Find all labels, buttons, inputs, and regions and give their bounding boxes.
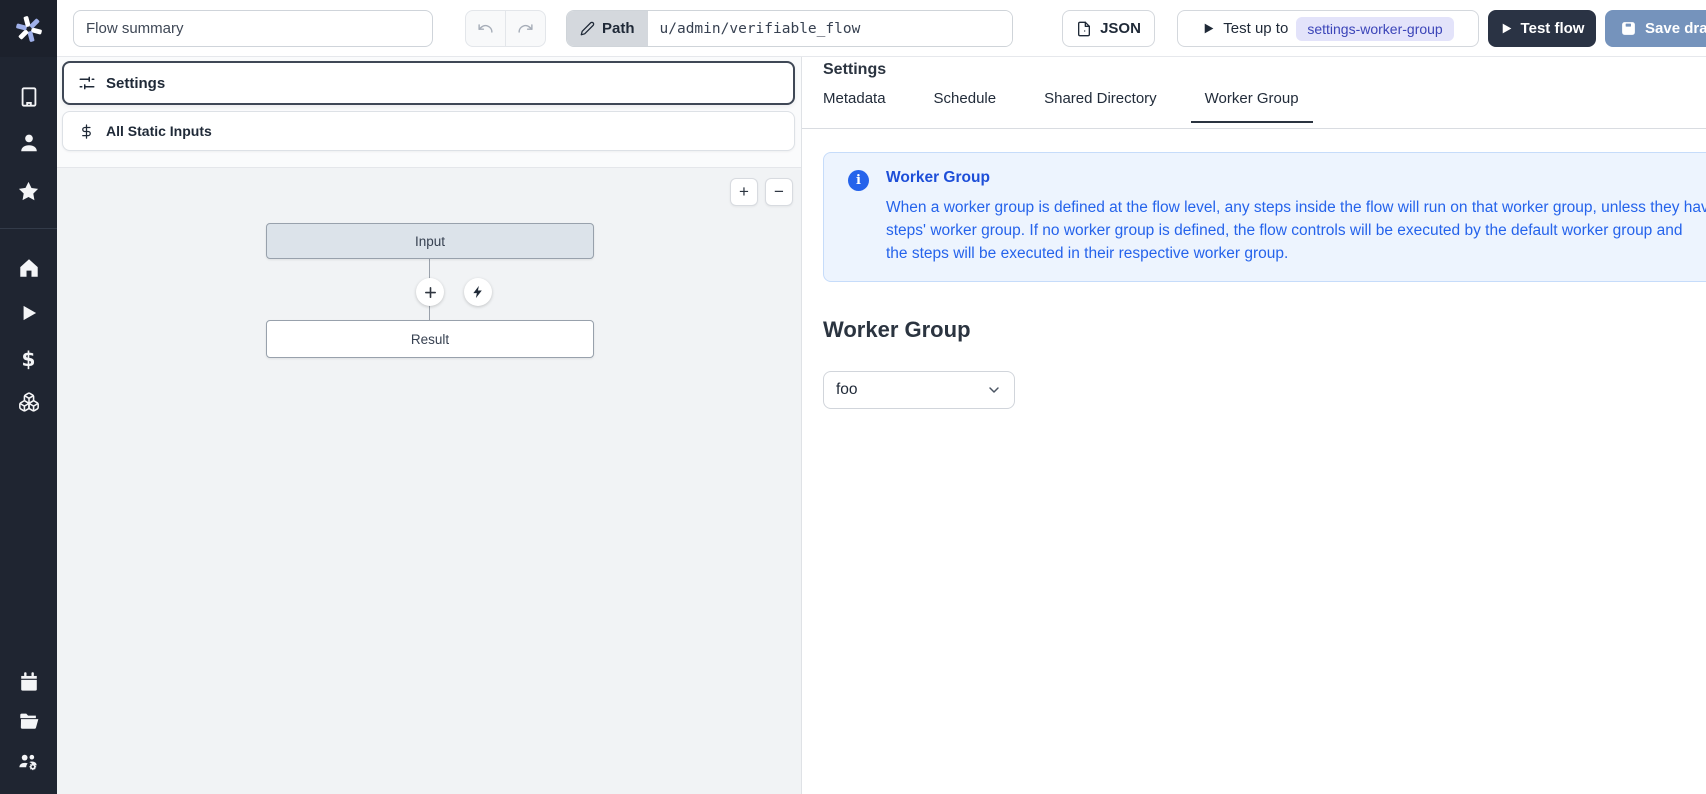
plus-icon bbox=[423, 285, 438, 300]
sidebar-item-workers[interactable] bbox=[0, 743, 57, 779]
flow-summary-input[interactable] bbox=[73, 10, 433, 47]
save-icon bbox=[1620, 20, 1637, 37]
settings-tabs: Metadata Schedule Shared Directory Worke… bbox=[809, 90, 1313, 123]
result-node[interactable]: Result bbox=[266, 320, 594, 358]
settings-panel-title: Settings bbox=[823, 61, 886, 79]
save-draft-label: Save draft bbox=[1645, 20, 1706, 37]
worker-group-section-title: Worker Group bbox=[823, 317, 971, 343]
sliders-icon bbox=[78, 74, 96, 92]
chevron-down-icon bbox=[986, 382, 1002, 398]
flow-modules-strip: Settings All Static Inputs bbox=[57, 57, 801, 168]
tab-metadata[interactable]: Metadata bbox=[809, 90, 900, 123]
input-node[interactable]: Input bbox=[266, 223, 594, 259]
building-icon bbox=[18, 86, 40, 108]
alert-title: Worker Group bbox=[886, 169, 1706, 187]
sidebar-item-runs[interactable] bbox=[0, 295, 57, 331]
user-group-settings-icon bbox=[17, 750, 40, 773]
zoom-controls: + − bbox=[730, 178, 793, 206]
play-icon bbox=[19, 303, 39, 323]
calendar-icon bbox=[18, 670, 40, 692]
dollar-icon bbox=[79, 123, 94, 140]
test-flow-label: Test flow bbox=[1521, 20, 1585, 37]
folder-icon bbox=[18, 710, 40, 732]
path-group: Path bbox=[566, 10, 1013, 47]
star-icon bbox=[17, 180, 40, 203]
test-up-to-label: Test up to bbox=[1223, 20, 1288, 37]
windmill-logo[interactable] bbox=[0, 0, 57, 57]
file-json-icon bbox=[1076, 21, 1092, 37]
undo-icon bbox=[477, 20, 494, 37]
redo-button[interactable] bbox=[505, 11, 545, 46]
flow-settings-node[interactable]: Settings bbox=[62, 61, 795, 105]
sidebar-item-schedules[interactable] bbox=[0, 663, 57, 699]
worker-group-select-value: foo bbox=[836, 381, 858, 399]
trigger-step-button[interactable] bbox=[464, 278, 492, 306]
dollar-icon: $ bbox=[22, 347, 36, 371]
test-flow-button[interactable]: Test flow bbox=[1488, 10, 1596, 47]
info-icon: i bbox=[848, 170, 869, 191]
test-up-to-target-badge: settings-worker-group bbox=[1296, 17, 1453, 41]
all-static-inputs-label: All Static Inputs bbox=[106, 123, 212, 139]
add-step-button[interactable] bbox=[416, 278, 444, 306]
tabs-bottom-border bbox=[802, 128, 1706, 129]
alert-text-line: the steps will be executed in their resp… bbox=[886, 242, 1706, 265]
sidebar-item-resources[interactable] bbox=[0, 384, 57, 420]
play-icon bbox=[1500, 22, 1513, 35]
sidebar-item-user[interactable] bbox=[0, 125, 57, 161]
settings-panel: Settings Metadata Schedule Shared Direct… bbox=[801, 57, 1706, 794]
tab-worker-group[interactable]: Worker Group bbox=[1191, 90, 1313, 123]
worker-group-select[interactable]: foo bbox=[823, 371, 1015, 409]
zoom-in-button[interactable]: + bbox=[730, 178, 758, 206]
pencil-icon bbox=[580, 21, 595, 36]
lightning-bolt-icon bbox=[471, 285, 485, 299]
json-button-label: JSON bbox=[1100, 20, 1141, 37]
alert-text-line: steps' worker group. If no worker group … bbox=[886, 219, 1706, 242]
sidebar-item-folders[interactable] bbox=[0, 703, 57, 739]
sidebar-item-favorites[interactable] bbox=[0, 173, 57, 209]
tab-shared-directory[interactable]: Shared Directory bbox=[1030, 90, 1171, 123]
sidebar: $ bbox=[0, 0, 57, 794]
topbar: Path JSON Test up to settings-worker-gro… bbox=[57, 0, 1706, 57]
zoom-out-button[interactable]: − bbox=[765, 178, 793, 206]
sidebar-item-variables[interactable]: $ bbox=[0, 341, 57, 377]
windmill-logo-icon bbox=[14, 14, 44, 44]
undo-redo-group bbox=[465, 10, 546, 47]
home-icon bbox=[18, 257, 40, 279]
undo-button[interactable] bbox=[466, 11, 505, 46]
worker-group-info-alert: i Worker Group When a worker group is de… bbox=[823, 152, 1706, 282]
save-draft-button[interactable]: Save draft bbox=[1605, 10, 1706, 47]
alert-text-line: When a worker group is defined at the fl… bbox=[886, 196, 1706, 219]
redo-icon bbox=[517, 20, 534, 37]
flow-settings-node-label: Settings bbox=[106, 75, 165, 92]
all-static-inputs-node[interactable]: All Static Inputs bbox=[62, 111, 795, 151]
path-value-input[interactable] bbox=[648, 11, 1012, 46]
sidebar-item-home[interactable] bbox=[0, 250, 57, 286]
play-icon bbox=[1202, 22, 1215, 35]
path-label: Path bbox=[602, 20, 635, 37]
sidebar-divider bbox=[0, 228, 57, 229]
json-button[interactable]: JSON bbox=[1062, 10, 1155, 47]
tab-schedule[interactable]: Schedule bbox=[920, 90, 1011, 123]
edit-path-button[interactable]: Path bbox=[567, 11, 648, 46]
sidebar-item-workspace[interactable] bbox=[0, 79, 57, 115]
flow-graph-panel: Settings All Static Inputs + − Input Res… bbox=[57, 57, 801, 794]
boxes-icon bbox=[18, 391, 40, 413]
test-up-to-button[interactable]: Test up to settings-worker-group bbox=[1177, 10, 1479, 47]
user-icon bbox=[18, 132, 40, 154]
